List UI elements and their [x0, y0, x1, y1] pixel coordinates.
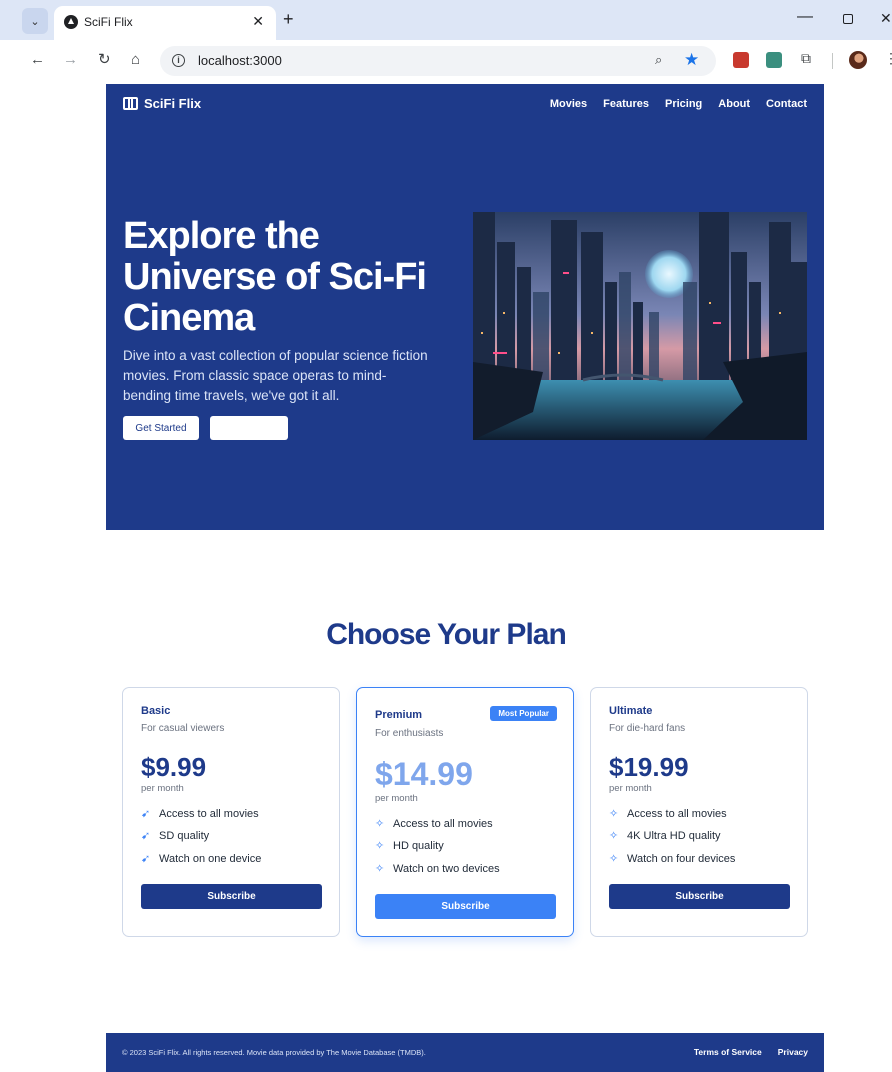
feature-label: Watch on two devices: [393, 862, 500, 875]
hero-section: SciFi Flix Movies Features Pricing About…: [106, 84, 824, 530]
rocket-icon: ➹: [141, 830, 151, 842]
forward-icon[interactable]: →: [63, 52, 78, 68]
hero-subtitle: Dive into a vast collection of popular s…: [123, 348, 428, 403]
footer-link-terms[interactable]: Terms of Service: [694, 1047, 762, 1057]
extension-icon[interactable]: [766, 52, 782, 68]
extension-icon[interactable]: [733, 52, 749, 68]
tab-search-chevron-icon[interactable]: ⌄: [22, 8, 48, 34]
plan-feature: ➹ Watch on one device: [141, 852, 262, 866]
plan-feature: ✧ 4K Ultra HD quality: [609, 829, 721, 843]
rocket-icon: ✧: [375, 863, 385, 875]
nav-link-contact[interactable]: Contact: [766, 98, 807, 110]
plan-description: For die-hard fans: [609, 723, 686, 734]
plan-description: For enthusiasts: [375, 728, 444, 739]
home-icon[interactable]: ⌂: [131, 52, 140, 68]
new-tab-icon[interactable]: +: [283, 10, 294, 28]
plans-heading: Choose Your Plan: [326, 618, 567, 651]
star-icon[interactable]: ★: [684, 50, 699, 70]
footer-links: Terms of Service Privacy: [694, 1047, 808, 1057]
rocket-icon: ✧: [609, 853, 619, 865]
feature-label: HD quality: [393, 839, 444, 852]
brand-logo[interactable]: SciFi Flix: [123, 96, 201, 111]
plan-price: $19.99: [609, 752, 689, 782]
rocket-icon: ✧: [609, 808, 619, 820]
plan-feature: ✧ Watch on two devices: [375, 862, 500, 876]
rocket-icon: ✧: [375, 818, 385, 830]
zoom-icon[interactable]: ⌕: [655, 52, 662, 68]
plan-feature: ✧ HD quality: [375, 839, 444, 853]
nav-link-movies[interactable]: Movies: [550, 98, 587, 110]
plan-feature: ✧ Access to all movies: [609, 807, 727, 821]
feature-label: Watch on four devices: [627, 852, 736, 865]
maximize-icon[interactable]: [843, 14, 853, 24]
plan-name: Premium: [375, 709, 423, 721]
profile-avatar[interactable]: [849, 51, 867, 69]
window-close-icon[interactable]: ✕: [880, 10, 892, 27]
plan-feature: ➹ Access to all movies: [141, 807, 259, 821]
toolbar-divider: [832, 53, 833, 69]
browser-tab[interactable]: SciFi Flix ✕: [54, 6, 276, 40]
feature-label: Access to all movies: [159, 807, 259, 820]
plan-description: For casual viewers: [141, 723, 225, 734]
feature-label: SD quality: [159, 829, 210, 842]
hero-title: Explore the Universe of Sci-Fi Cinema: [123, 215, 427, 339]
plan-feature: ✧ Watch on four devices: [609, 852, 736, 866]
subscribe-button[interactable]: Subscribe: [375, 894, 556, 919]
tab-close-icon[interactable]: ✕: [252, 13, 264, 30]
plan-name: Basic: [141, 705, 171, 717]
rocket-icon: ✧: [609, 830, 619, 842]
back-icon[interactable]: ←: [30, 52, 45, 68]
nav-link-features[interactable]: Features: [603, 98, 649, 110]
plan-card-ultimate: Ultimate For die-hard fans $19.99 per mo…: [590, 687, 808, 937]
menu-dots-icon[interactable]: ⋮: [884, 50, 892, 67]
plan-feature: ✧ Access to all movies: [375, 817, 493, 831]
most-popular-badge: Most Popular: [490, 706, 557, 721]
footer-link-privacy[interactable]: Privacy: [778, 1047, 808, 1057]
plan-period: per month: [141, 783, 184, 794]
nav-link-about[interactable]: About: [718, 98, 750, 110]
reload-icon[interactable]: ↻: [98, 52, 111, 68]
brand-name: SciFi Flix: [144, 96, 202, 111]
rocket-icon: ✧: [375, 840, 385, 852]
feature-label: Watch on one device: [159, 852, 262, 865]
rocket-icon: ➹: [141, 808, 151, 820]
url-text[interactable]: localhost:3000: [198, 53, 282, 68]
plan-card-basic: Basic For casual viewers $9.99 per month…: [122, 687, 340, 937]
main-nav: Movies Features Pricing About Contact: [550, 98, 807, 110]
browser-toolbar: ← → ↻ ⌂ i localhost:3000 ⌕ ★ ⧉ ⋮: [0, 40, 892, 82]
plan-feature: ➹ SD quality: [141, 829, 210, 843]
secondary-button[interactable]: [210, 416, 288, 440]
address-bar[interactable]: i localhost:3000 ⌕ ★: [160, 46, 716, 76]
feature-label: Access to all movies: [393, 817, 493, 830]
rocket-icon: ➹: [141, 853, 151, 865]
feature-label: Access to all movies: [627, 807, 727, 820]
get-started-button[interactable]: Get Started: [123, 416, 199, 440]
subscribe-button[interactable]: Subscribe: [141, 884, 322, 909]
subscribe-button[interactable]: Subscribe: [609, 884, 790, 909]
plan-period: per month: [375, 793, 418, 804]
favicon-icon: [64, 15, 78, 29]
plan-card-premium: Premium Most Popular For enthusiasts $14…: [356, 687, 574, 937]
plan-price: $9.99: [141, 752, 207, 782]
info-icon[interactable]: i: [172, 54, 185, 67]
puzzle-icon[interactable]: ⧉: [801, 50, 811, 67]
hero-image: [473, 212, 807, 440]
copyright-text: © 2023 SciFi Flix. All rights reserved. …: [122, 1048, 426, 1057]
feature-label: 4K Ultra HD quality: [627, 829, 721, 842]
plan-period: per month: [609, 783, 652, 794]
minimize-icon[interactable]: —: [797, 8, 813, 26]
film-icon: [123, 97, 138, 110]
site-footer: © 2023 SciFi Flix. All rights reserved. …: [106, 1033, 824, 1072]
nav-link-pricing[interactable]: Pricing: [665, 98, 702, 110]
plan-name: Ultimate: [609, 705, 653, 717]
plan-price: $14.99: [375, 756, 473, 792]
browser-tab-bar: ⌄ SciFi Flix ✕ + — ✕: [0, 0, 892, 40]
tab-title: SciFi Flix: [84, 15, 133, 29]
